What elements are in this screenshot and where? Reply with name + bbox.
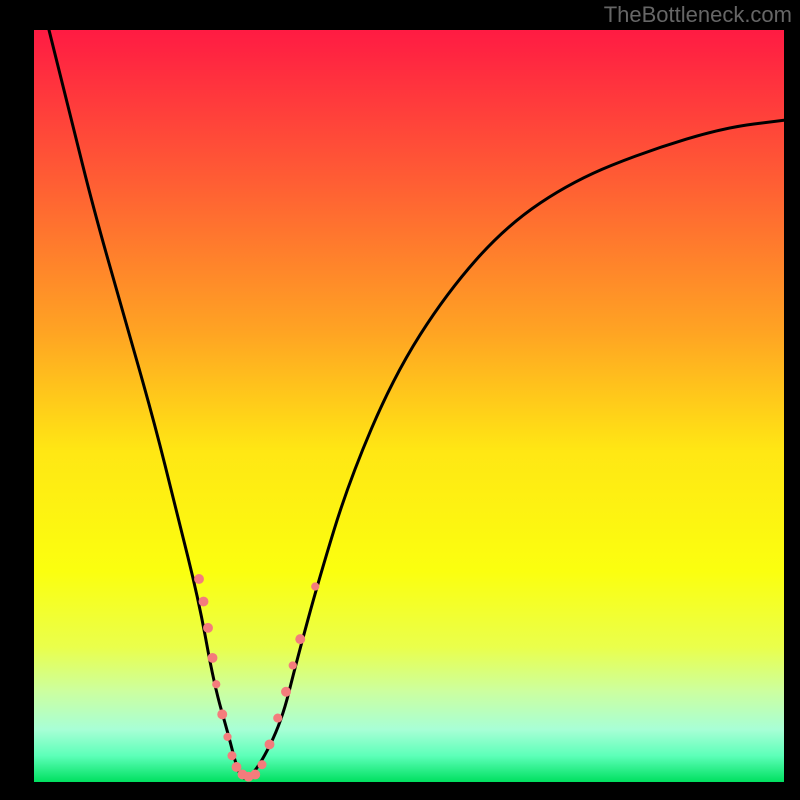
data-marker bbox=[203, 623, 213, 633]
data-marker bbox=[227, 751, 236, 760]
data-marker bbox=[194, 574, 204, 584]
data-marker bbox=[223, 733, 231, 741]
plot-svg bbox=[34, 30, 784, 782]
data-marker bbox=[311, 582, 319, 590]
data-marker bbox=[273, 714, 282, 723]
data-marker bbox=[212, 680, 220, 688]
data-marker bbox=[281, 687, 291, 697]
data-marker bbox=[250, 770, 260, 780]
bottleneck-curve bbox=[49, 30, 784, 778]
data-marker bbox=[208, 653, 218, 663]
data-marker bbox=[257, 760, 266, 769]
data-marker bbox=[199, 597, 209, 607]
data-marker bbox=[265, 739, 275, 749]
chart-root: TheBottleneck.com bbox=[0, 0, 800, 800]
data-marker bbox=[217, 709, 227, 719]
data-marker bbox=[289, 661, 297, 669]
watermark-text: TheBottleneck.com bbox=[604, 2, 792, 28]
data-marker bbox=[295, 634, 305, 644]
